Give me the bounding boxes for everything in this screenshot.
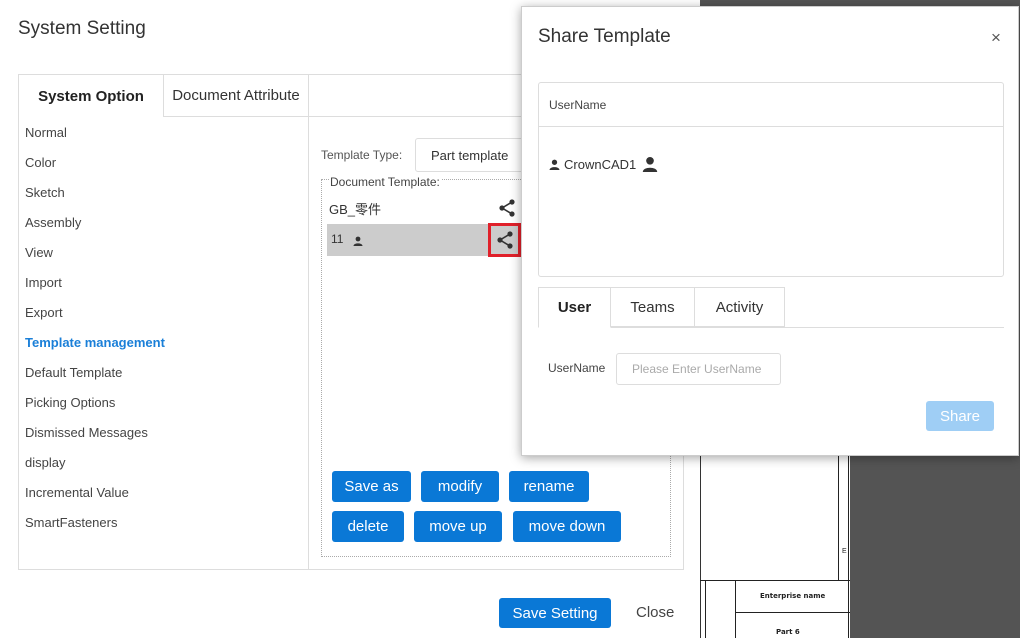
dialog-title: System Setting [18,18,146,39]
cad-enterprise-label: Enterprise name [760,592,826,600]
cad-frame-line [848,455,849,638]
share-icon-highlighted[interactable] [488,223,521,257]
cad-frame-line [700,580,850,581]
username-label: UserName [548,361,606,375]
template-type-label: Template Type: [321,148,403,162]
cad-frame-line [735,580,736,638]
sidebar-item-picking-options[interactable]: Picking Options [25,395,115,410]
user-icon [549,159,560,170]
close-icon[interactable]: × [991,28,1001,48]
sidebar-item-color[interactable]: Color [25,155,56,170]
save-as-button[interactable]: Save as [332,471,411,502]
rename-button[interactable]: rename [509,471,589,502]
move-down-button[interactable]: move down [513,511,621,542]
share-button[interactable]: Share [926,401,994,431]
cad-part-label: Part 6 [776,628,800,636]
share-dialog-title: Share Template [538,26,671,47]
table-divider [539,126,1003,127]
sidebar-item-import[interactable]: Import [25,275,62,290]
template-type-select[interactable]: Part template [415,138,525,172]
tab-user[interactable]: User [538,287,611,328]
sidebar-item-default-template[interactable]: Default Template [25,365,122,380]
sidebar-item-incremental-value[interactable]: Incremental Value [25,485,129,500]
sidebar-item-display[interactable]: display [25,455,65,470]
tab-document-attribute[interactable]: Document Attribute [164,75,309,117]
tab-system-option[interactable]: System Option [19,75,164,117]
cad-zone-label: E [842,548,847,555]
delete-button[interactable]: delete [332,511,404,542]
cad-frame-line [838,455,839,580]
sidebar-item-dismissed-messages[interactable]: Dismissed Messages [25,425,148,440]
save-setting-button[interactable]: Save Setting [499,598,611,628]
owner-user-icon [642,156,658,172]
template-item-name: 11 [331,232,344,246]
tab-activity[interactable]: Activity [694,287,785,327]
modify-button[interactable]: modify [421,471,499,502]
username-input[interactable] [616,353,781,385]
cad-frame-line [735,612,850,613]
move-up-button[interactable]: move up [414,511,502,542]
shared-users-table: UserName CrownCAD1 [538,82,1004,277]
tab-teams[interactable]: Teams [610,287,695,327]
user-icon [353,233,363,251]
sidebar-item-assembly[interactable]: Assembly [25,215,81,230]
template-item[interactable]: GB_零件 [329,199,381,218]
table-row: CrownCAD1 [549,156,658,172]
share-template-dialog: Share Template × UserName CrownCAD1 User… [521,6,1019,456]
sidebar-item-normal[interactable]: Normal [25,125,67,140]
document-template-label: Document Template: [329,175,441,189]
cad-frame-line [705,580,706,638]
settings-sidebar: Normal Color Sketch Assembly View Import… [19,117,309,569]
close-button[interactable]: Close [636,604,674,621]
shared-user-name: CrownCAD1 [564,156,637,172]
table-header-username: UserName [549,98,607,112]
share-tabs: User Teams Activity [538,287,1004,328]
sidebar-item-export[interactable]: Export [25,305,63,320]
cad-drawing-sheet [700,455,850,638]
sidebar-item-sketch[interactable]: Sketch [25,185,65,200]
sidebar-item-smartfasteners[interactable]: SmartFasteners [25,515,117,530]
share-icon[interactable] [497,198,517,223]
sidebar-item-view[interactable]: View [25,245,53,260]
sidebar-item-template-management[interactable]: Template management [25,335,165,350]
